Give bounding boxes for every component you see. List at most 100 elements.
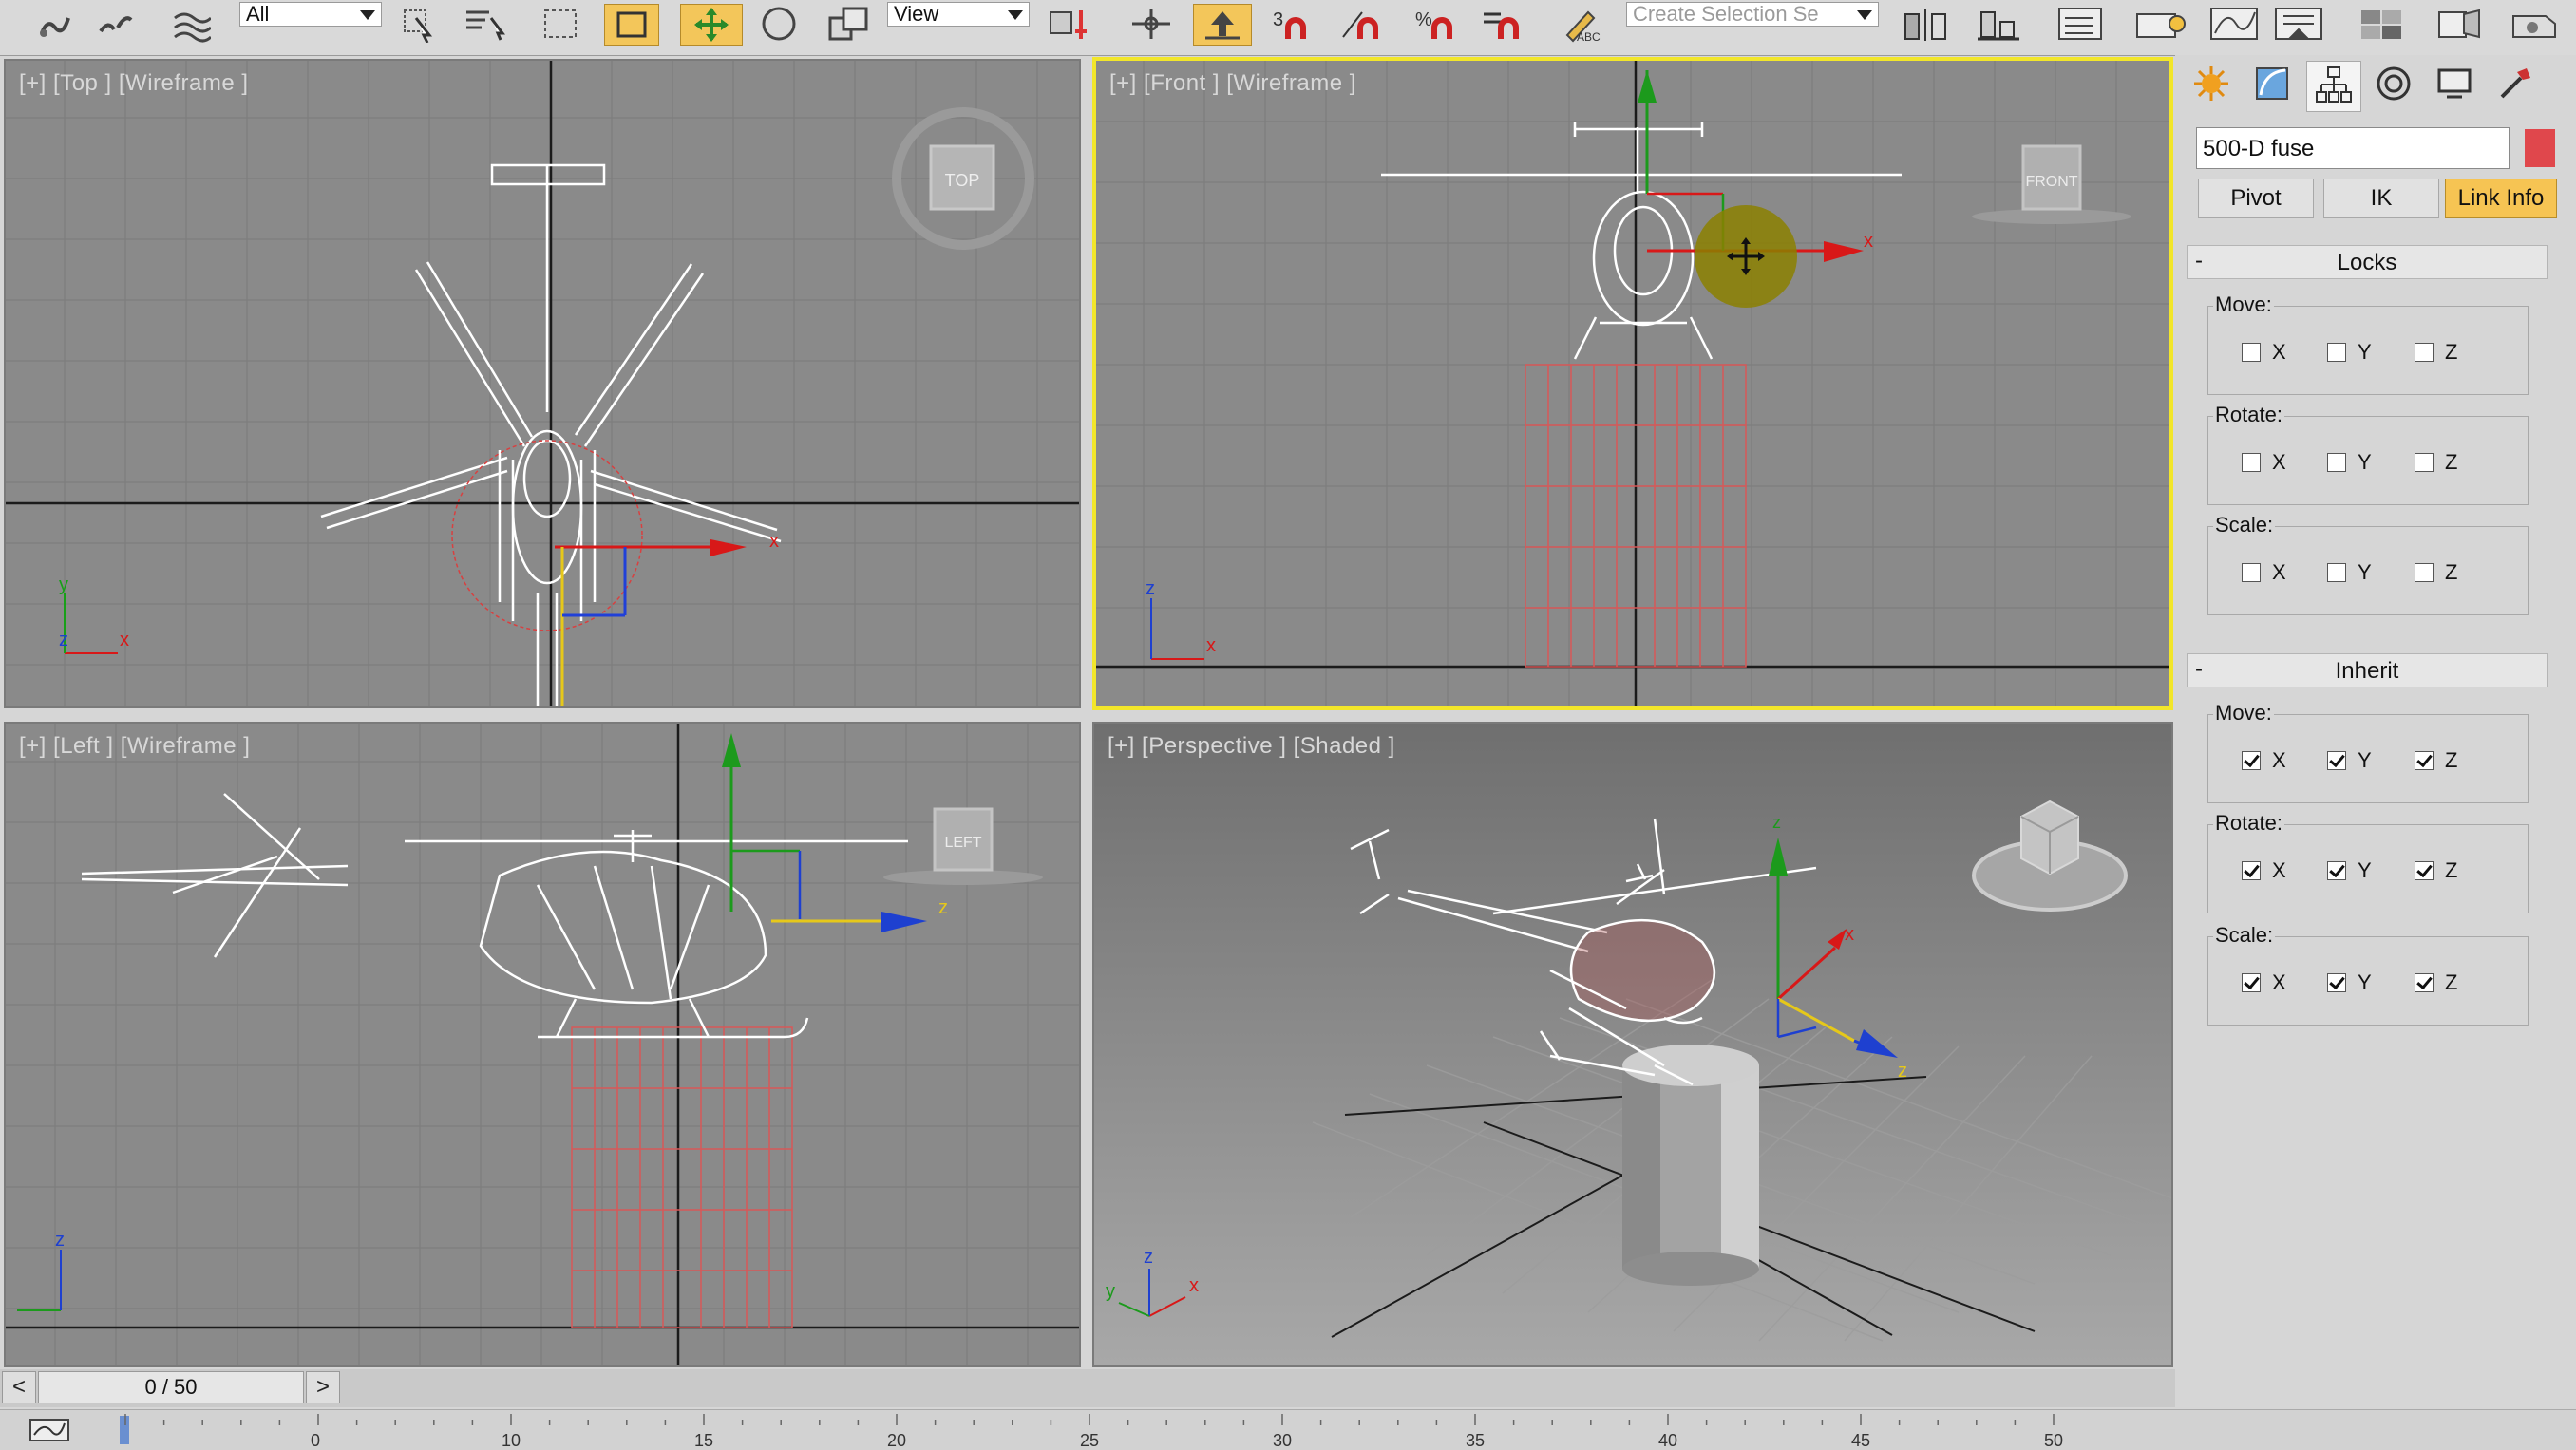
toggle-scene-explorer-icon[interactable] — [2131, 4, 2192, 44]
viewport-top[interactable]: x TOP x y z [+] [Top ] [Wireframe ] — [4, 59, 1081, 708]
link-info-button[interactable]: Link Info — [2445, 179, 2557, 218]
checkbox-box[interactable] — [2327, 973, 2346, 992]
checkbox-box[interactable] — [2415, 453, 2434, 472]
checkbox-box[interactable] — [2242, 751, 2261, 770]
locks-scale-z-checkbox[interactable]: Z — [2415, 560, 2457, 585]
prev-frame-button[interactable]: < — [2, 1371, 36, 1403]
select-and-move-icon[interactable] — [680, 4, 743, 46]
window-crossing-toggle-icon[interactable] — [604, 4, 659, 46]
checkbox-box[interactable] — [2327, 751, 2346, 770]
locks-rollout-header[interactable]: - Locks — [2187, 245, 2548, 279]
inherit-rotate-z-checkbox[interactable]: Z — [2415, 858, 2457, 883]
inherit-scale-x-checkbox[interactable]: X — [2242, 970, 2286, 995]
checkbox-box[interactable] — [2242, 343, 2261, 362]
next-frame-button[interactable]: > — [306, 1371, 340, 1403]
object-name-field[interactable]: 500-D fuse — [2196, 127, 2510, 169]
inherit-scale-y-checkbox[interactable]: Y — [2327, 970, 2372, 995]
selection-filter-dropdown[interactable]: All — [239, 2, 382, 27]
schematic-view-icon[interactable] — [2270, 4, 2327, 44]
select-object-icon[interactable] — [397, 4, 443, 44]
track-tick-label: 25 — [1080, 1431, 1099, 1450]
viewport-front[interactable]: x FRONT x z [+] [Front ] [Wireframe ] — [1092, 57, 2173, 710]
mirror-icon[interactable] — [1898, 4, 1955, 44]
inherit-rollout-header[interactable]: - Inherit — [2187, 653, 2548, 687]
angle-snap-toggle-icon[interactable] — [1337, 4, 1394, 44]
snaps-toggle-icon[interactable]: 3 — [1269, 4, 1322, 44]
display-tab[interactable] — [2428, 61, 2481, 110]
keyboard-shortcut-override-icon[interactable] — [1193, 4, 1252, 46]
viewport-top-label[interactable]: [+] [Top ] [Wireframe ] — [19, 70, 249, 97]
viewport-front-label[interactable]: [+] [Front ] [Wireframe ] — [1109, 70, 1356, 97]
viewcube-left[interactable]: LEFT — [883, 807, 1043, 885]
inherit-scale-z-checkbox[interactable]: Z — [2415, 970, 2457, 995]
utilities-tab[interactable] — [2489, 61, 2542, 110]
manage-layers-icon[interactable] — [2052, 4, 2112, 44]
inherit-rotate-y-checkbox[interactable]: Y — [2327, 858, 2372, 883]
select-and-manipulate-icon[interactable] — [1125, 4, 1178, 44]
checkbox-box[interactable] — [2327, 861, 2346, 880]
unlink-selection-icon[interactable] — [93, 4, 139, 44]
select-and-rotate-icon[interactable] — [756, 4, 802, 44]
command-panel: 500-D fuse Pivot IK Link Info - Locks Mo… — [2175, 55, 2576, 1375]
rectangular-selection-icon[interactable] — [538, 4, 583, 44]
modify-tab[interactable] — [2245, 61, 2299, 110]
locks-scale-x-checkbox[interactable]: X — [2242, 560, 2286, 585]
viewport-left-label[interactable]: [+] [Left ] [Wireframe ] — [19, 733, 250, 760]
select-and-scale-icon[interactable] — [823, 4, 876, 44]
checkbox-box[interactable] — [2415, 973, 2434, 992]
reference-coordinate-dropdown[interactable]: View — [887, 2, 1030, 27]
spinner-snap-toggle-icon[interactable] — [1478, 4, 1535, 44]
checkbox-box[interactable] — [2242, 563, 2261, 582]
object-color-swatch[interactable] — [2525, 129, 2555, 167]
inherit-move-y-checkbox[interactable]: Y — [2327, 748, 2372, 773]
viewport-perspective[interactable]: z x z x z y [+] [Perspective ] [Shaded ] — [1092, 722, 2173, 1367]
time-slider-thumb[interactable]: 0 / 50 — [38, 1371, 304, 1403]
checkbox-box[interactable] — [2415, 861, 2434, 880]
bind-to-space-warp-icon[interactable] — [167, 4, 213, 44]
motion-tab[interactable] — [2367, 61, 2420, 110]
viewport-perspective-label[interactable]: [+] [Perspective ] [Shaded ] — [1108, 733, 1395, 760]
locks-move-y-checkbox[interactable]: Y — [2327, 340, 2372, 365]
viewcube-perspective[interactable] — [1972, 800, 2128, 912]
pivot-button[interactable]: Pivot — [2198, 179, 2314, 218]
hierarchy-tab[interactable] — [2306, 61, 2361, 112]
locks-rotate-z-checkbox[interactable]: Z — [2415, 450, 2457, 475]
edit-named-selection-icon[interactable]: ABC — [1558, 4, 1611, 44]
percent-snap-toggle-icon[interactable]: % — [1411, 4, 1468, 44]
inherit-move-x-checkbox[interactable]: X — [2242, 748, 2286, 773]
select-by-name-icon[interactable] — [462, 4, 515, 44]
inherit-move-z-checkbox[interactable]: Z — [2415, 748, 2457, 773]
track-bar[interactable]: 0 10 15 20 25 30 35 40 45 50 — [0, 1409, 2576, 1450]
render-setup-icon[interactable] — [2434, 4, 2491, 44]
named-selection-dropdown[interactable]: Create Selection Se — [1626, 2, 1879, 27]
checkbox-box[interactable] — [2242, 453, 2261, 472]
ik-button[interactable]: IK — [2323, 179, 2439, 218]
locks-move-z-checkbox[interactable]: Z — [2415, 340, 2457, 365]
modify-icon — [2253, 65, 2291, 107]
motion-icon — [2375, 65, 2413, 107]
checkbox-label: Z — [2445, 858, 2458, 882]
checkbox-box[interactable] — [2327, 453, 2346, 472]
material-editor-icon[interactable] — [2354, 4, 2411, 44]
checkbox-box[interactable] — [2415, 751, 2434, 770]
front-tripod-z-label: z — [1146, 578, 1155, 599]
locks-move-x-checkbox[interactable]: X — [2242, 340, 2286, 365]
checkbox-box[interactable] — [2327, 343, 2346, 362]
checkbox-box[interactable] — [2415, 563, 2434, 582]
checkbox-box[interactable] — [2415, 343, 2434, 362]
checkbox-box[interactable] — [2242, 861, 2261, 880]
inherit-rotate-x-checkbox[interactable]: X — [2242, 858, 2286, 883]
checkbox-box[interactable] — [2327, 563, 2346, 582]
align-icon[interactable] — [1970, 4, 2027, 44]
locks-rotate-x-checkbox[interactable]: X — [2242, 450, 2286, 475]
create-tab[interactable] — [2185, 61, 2238, 110]
locks-scale-y-checkbox[interactable]: Y — [2327, 560, 2372, 585]
checkbox-box[interactable] — [2242, 973, 2261, 992]
render-production-icon[interactable] — [2504, 4, 2565, 44]
viewcube-front[interactable]: FRONT — [1972, 144, 2131, 224]
viewport-left[interactable]: z LEFT z [+] [Left ] [Wireframe ] — [4, 722, 1081, 1367]
select-and-link-icon[interactable] — [32, 4, 78, 44]
curve-editor-icon[interactable] — [2206, 4, 2263, 44]
use-pivot-point-center-icon[interactable] — [1041, 4, 1098, 44]
locks-rotate-y-checkbox[interactable]: Y — [2327, 450, 2372, 475]
